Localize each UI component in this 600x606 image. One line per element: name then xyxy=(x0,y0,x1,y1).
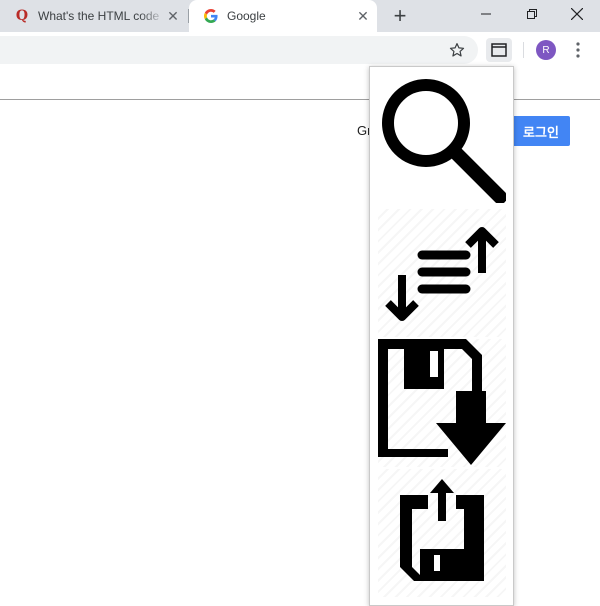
close-tab-icon[interactable]: ✕ xyxy=(355,8,371,24)
close-tab-icon[interactable]: ✕ xyxy=(165,8,181,24)
sort-icon[interactable] xyxy=(378,209,506,337)
tab-google[interactable]: Google ✕ xyxy=(189,0,377,32)
address-bar[interactable] xyxy=(0,36,478,64)
tab-title: What's the HTML code xyxy=(38,9,160,23)
tab-strip: Q What's the HTML code ✕ Google ✕ + xyxy=(0,0,600,32)
tab-title: Google xyxy=(227,9,266,23)
toolbar-separator xyxy=(523,42,524,58)
google-g-icon xyxy=(203,8,219,24)
tab-quora[interactable]: Q What's the HTML code ✕ xyxy=(0,0,187,32)
save-download-icon[interactable] xyxy=(378,339,506,467)
extension-popup xyxy=(369,66,514,606)
window-icon[interactable] xyxy=(486,38,512,62)
close-icon[interactable] xyxy=(554,0,600,28)
quora-q-icon: Q xyxy=(15,8,29,24)
new-tab-button[interactable]: + xyxy=(388,3,412,28)
vertical-dots-icon[interactable] xyxy=(570,40,586,60)
minimize-icon[interactable] xyxy=(463,0,509,28)
avatar[interactable]: R xyxy=(536,40,556,60)
search-icon[interactable] xyxy=(378,75,506,203)
save-upload-icon[interactable] xyxy=(378,469,506,597)
restore-icon[interactable] xyxy=(509,0,555,28)
star-icon[interactable] xyxy=(447,40,467,60)
